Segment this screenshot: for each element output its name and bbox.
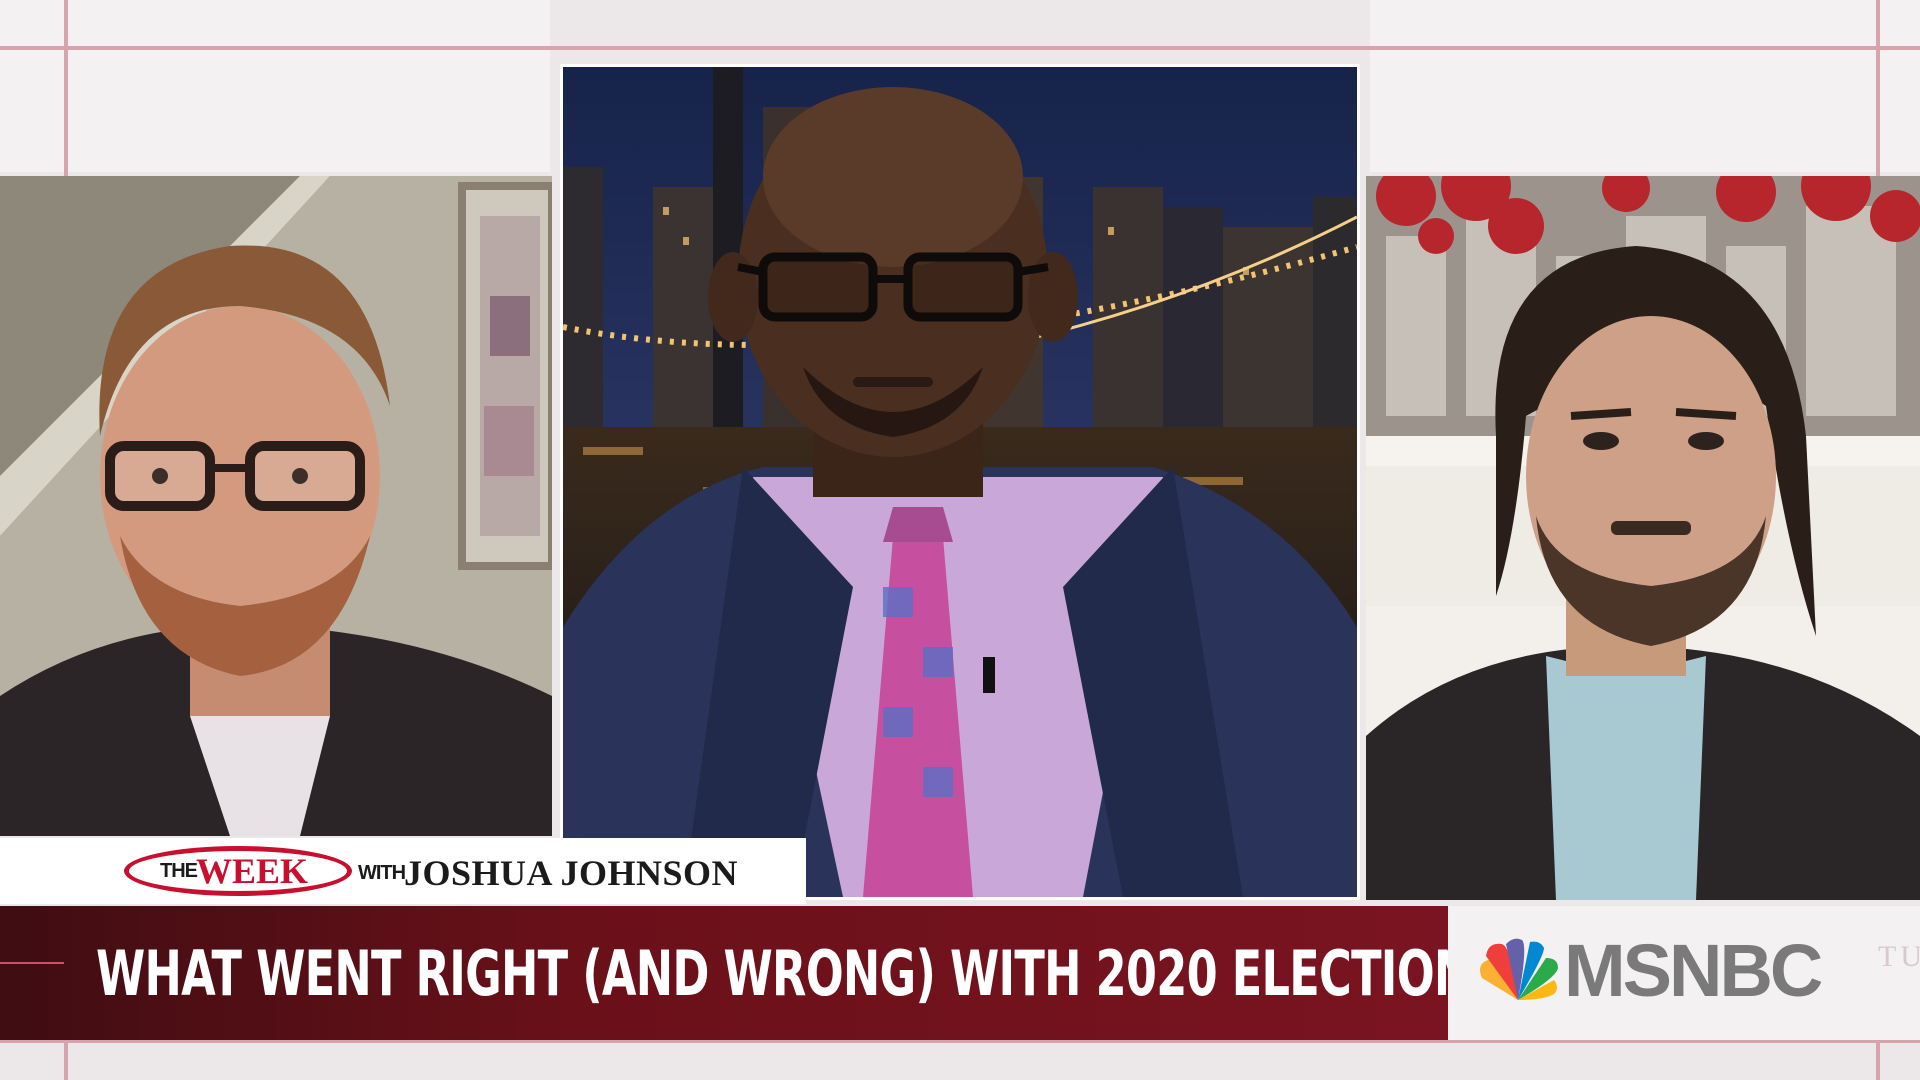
show-logo-title: WEEK [196,851,309,891]
network-bug: TUE MSNBC [1448,906,1920,1040]
show-logo: THE WEEK WITH JOSHUA JOHNSON [0,838,806,904]
grid-line [0,1040,1920,1043]
guest-right-video [1366,176,1920,900]
show-logo-the: THE [160,860,198,882]
background-panel [1370,0,1920,172]
grid-line [0,46,1920,50]
show-host-name: JOSHUA JOHNSON [404,853,739,893]
grid-line [64,1043,68,1080]
headline-text: WHAT WENT RIGHT (AND WRONG) WITH 2020 EL… [96,937,1699,1010]
peacock-icon [1480,938,1558,1000]
grid-line [1876,0,1880,180]
background-text: TUE [1878,940,1920,973]
host-video [560,64,1360,900]
headline-bar: WHAT WENT RIGHT (AND WRONG) WITH 2020 EL… [0,906,1699,1040]
network-name: MSNBC [1564,929,1823,1012]
grid-line [64,0,68,180]
guest-left-video [0,176,552,836]
show-logo-with: WITH [358,862,406,884]
background-panel [0,0,550,172]
